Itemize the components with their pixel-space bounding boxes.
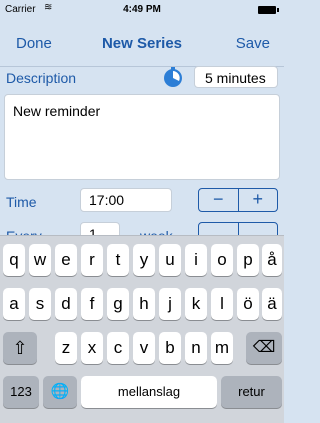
key-v[interactable]: v: [133, 332, 155, 364]
key-x[interactable]: x: [81, 332, 103, 364]
key-j[interactable]: j: [159, 288, 181, 320]
time-label: Time: [6, 194, 37, 210]
keyboard: q w e r t y u i o p å a s d f g h j k l …: [0, 235, 284, 423]
time-stepper: − +: [198, 188, 278, 212]
key-a[interactable]: a: [3, 288, 25, 320]
key-b[interactable]: b: [159, 332, 181, 364]
key-o[interactable]: o: [211, 244, 233, 276]
key-g[interactable]: g: [107, 288, 129, 320]
key-m[interactable]: m: [211, 332, 233, 364]
return-key[interactable]: retur: [221, 376, 282, 408]
key-a-umlaut[interactable]: ä: [262, 288, 282, 320]
key-s[interactable]: s: [29, 288, 51, 320]
key-c[interactable]: c: [107, 332, 129, 364]
space-key[interactable]: mellanslag: [81, 376, 217, 408]
numbers-key[interactable]: 123: [3, 376, 39, 408]
key-i[interactable]: i: [185, 244, 207, 276]
description-label: Description: [6, 70, 77, 86]
time-increment-button[interactable]: +: [239, 189, 278, 211]
key-w[interactable]: w: [29, 244, 51, 276]
key-p[interactable]: p: [237, 244, 259, 276]
globe-icon[interactable]: 🌐: [43, 376, 77, 408]
key-l[interactable]: l: [211, 288, 233, 320]
key-k[interactable]: k: [185, 288, 207, 320]
status-time: 4:49 PM: [123, 4, 161, 15]
timer-icon[interactable]: [162, 66, 184, 88]
key-q[interactable]: q: [3, 244, 25, 276]
duration-field[interactable]: 5 minutes: [194, 66, 278, 88]
save-button[interactable]: Save: [236, 35, 270, 52]
key-n[interactable]: n: [185, 332, 207, 364]
key-a-ring[interactable]: å: [262, 244, 282, 276]
key-e[interactable]: e: [55, 244, 77, 276]
shift-key[interactable]: ⇧: [3, 332, 37, 364]
key-h[interactable]: h: [133, 288, 155, 320]
key-f[interactable]: f: [81, 288, 103, 320]
nav-bar: Done New Series Save: [0, 20, 284, 67]
key-y[interactable]: y: [133, 244, 155, 276]
key-z[interactable]: z: [55, 332, 77, 364]
key-u[interactable]: u: [159, 244, 181, 276]
status-bar: Carrier ≋ 4:49 PM: [0, 0, 284, 20]
key-r[interactable]: r: [81, 244, 103, 276]
key-t[interactable]: t: [107, 244, 129, 276]
backspace-key[interactable]: ⌫: [246, 332, 282, 364]
time-field[interactable]: 17:00: [80, 188, 172, 212]
key-d[interactable]: d: [55, 288, 77, 320]
description-textarea[interactable]: New reminder: [4, 94, 280, 180]
time-decrement-button[interactable]: −: [199, 189, 239, 211]
battery-icon: [258, 6, 279, 14]
key-o-umlaut[interactable]: ö: [237, 288, 259, 320]
